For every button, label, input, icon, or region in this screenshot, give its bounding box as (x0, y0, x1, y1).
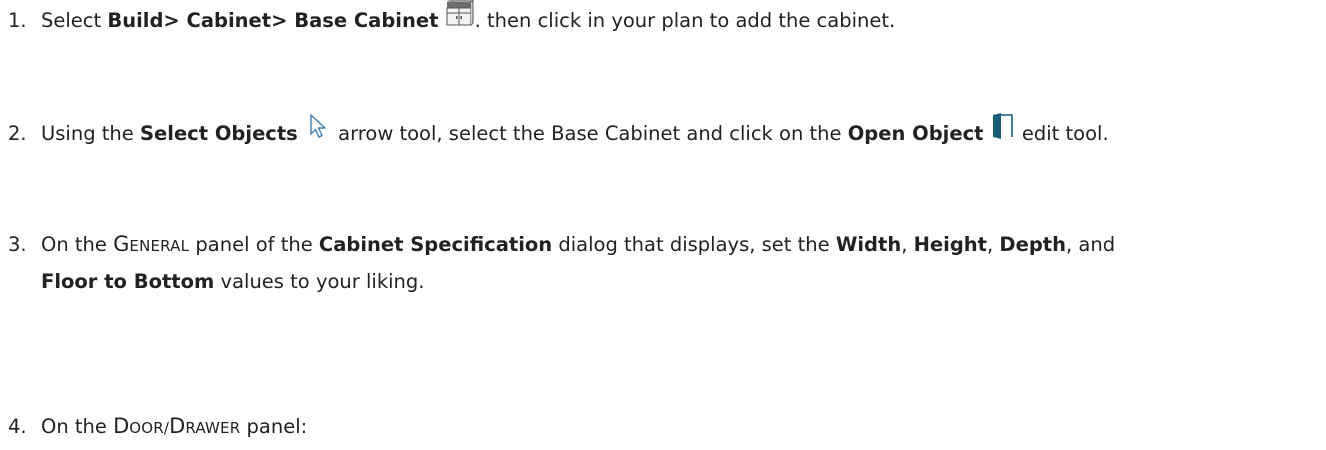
separator: , and (1066, 233, 1116, 256)
step-text-2: panel: (240, 415, 308, 438)
step-4: 4. On the Door/Drawer panel: (8, 409, 1314, 446)
step-text: Using the (41, 122, 140, 145)
step-number: 1. (8, 9, 27, 32)
panel-name-door-drawer: Door/Drawer (113, 414, 241, 438)
field-width: Width (835, 233, 902, 256)
step-text-3: dialog that displays, set the (552, 233, 836, 256)
step-text-2: arrow tool, select the Base Cabinet and … (331, 122, 848, 145)
step-1: 1. Select Build> Cabinet> Base Cabinet . … (8, 0, 1314, 40)
panel-name-general: General (113, 232, 190, 256)
tool-name-select-objects: Select Objects (140, 122, 298, 145)
step-number: 3. (8, 233, 27, 256)
tool-name-open-object: Open Object (847, 122, 984, 145)
step-text-3: edit tool. (1015, 122, 1109, 145)
dialog-name: Cabinet Specification (318, 233, 553, 256)
step-text: On the (41, 415, 114, 438)
field-depth: Depth (999, 233, 1066, 256)
select-arrow-icon (304, 112, 332, 151)
step-number: 4. (8, 415, 27, 438)
step-text-2: . then click in your plan to add the cab… (474, 9, 896, 32)
menu-path: Build> Cabinet> Base Cabinet (107, 9, 439, 32)
step-text: Select (41, 9, 108, 32)
step-text-4: values to your liking. (214, 270, 425, 293)
step-text: On the (41, 233, 114, 256)
base-cabinet-icon (445, 0, 475, 37)
step-text-2: panel of the (189, 233, 319, 256)
step-3-continued: Floor to Bottom values to your liking. (8, 264, 1314, 299)
separator: , (901, 233, 914, 256)
separator: , (987, 233, 1000, 256)
step-3: 3. On the General panel of the Cabinet Sp… (8, 227, 1314, 299)
field-height: Height (913, 233, 988, 256)
step-number: 2. (8, 122, 27, 145)
field-floor-to-bottom: Floor to Bottom (41, 270, 215, 293)
open-object-icon (990, 112, 1016, 151)
step-2: 2. Using the Select Objects arrow tool, s… (8, 112, 1314, 154)
